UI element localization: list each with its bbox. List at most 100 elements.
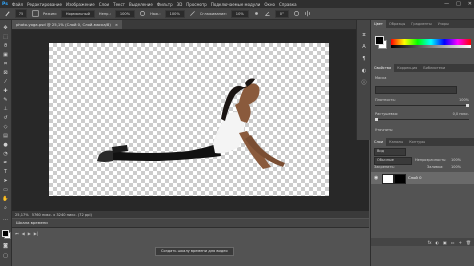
symmetry-icon[interactable] — [304, 10, 311, 17]
layer-visibility-eye-icon[interactable]: ◉ — [374, 175, 378, 181]
menu-layers[interactable]: Слои — [97, 2, 111, 7]
pen-tool-icon[interactable]: ✒ — [2, 159, 9, 166]
menu-type[interactable]: Текст — [111, 2, 127, 7]
airbrush-icon[interactable] — [189, 10, 196, 17]
menu-filter[interactable]: Фильтр — [155, 2, 175, 7]
more-tools-icon[interactable]: … — [2, 215, 9, 222]
tab-libraries[interactable]: Библиотеки — [420, 64, 448, 72]
mode-select[interactable]: Нормальный — [60, 9, 95, 18]
tab-patterns[interactable]: Узоры — [435, 20, 452, 28]
healing-brush-tool-icon[interactable]: ✚ — [2, 87, 9, 94]
previous-frame-icon[interactable]: ◀ — [22, 231, 25, 236]
menu-plugins[interactable]: Подключаемые модули — [209, 2, 263, 7]
layer-opacity-value[interactable]: 100% — [451, 158, 461, 162]
canvas-workspace[interactable] — [12, 30, 369, 211]
smoothing-field[interactable]: 10% — [230, 9, 249, 18]
go-to-first-frame-icon[interactable]: ⏮ — [15, 231, 19, 236]
minimize-button[interactable]: — — [444, 0, 449, 8]
menu-help[interactable]: Справка — [277, 2, 299, 7]
history-brush-tool-icon[interactable]: ↺ — [2, 114, 9, 121]
eyedropper-tool-icon[interactable]: ⁄ — [2, 78, 9, 85]
close-document-icon[interactable]: × — [115, 22, 118, 27]
feather-slider-handle[interactable] — [375, 118, 378, 121]
delete-layer-icon[interactable]: 🗑 — [466, 240, 471, 245]
info-panel-icon[interactable]: ⓘ — [360, 80, 368, 86]
quick-mask-icon[interactable]: ◙ — [2, 242, 9, 249]
layer-row[interactable]: ◉ Слой 0 — [371, 172, 474, 184]
tab-properties[interactable]: Свойства — [371, 64, 395, 72]
history-panel-icon[interactable]: ⧖ — [360, 32, 368, 38]
lasso-tool-icon[interactable]: ϑ — [2, 42, 9, 49]
play-icon[interactable]: ▶ — [28, 231, 31, 236]
tab-channels[interactable]: Каналы — [386, 138, 406, 146]
tab-adjustments[interactable]: Коррекция — [394, 64, 420, 72]
tab-color[interactable]: Цвет — [371, 20, 386, 28]
frame-tool-icon[interactable]: ⊠ — [2, 69, 9, 76]
new-group-icon[interactable]: ▭ — [451, 240, 455, 245]
tab-paths[interactable]: Контуры — [406, 138, 428, 146]
panel-foreground-color[interactable] — [375, 36, 384, 45]
type-tool-icon[interactable]: T — [2, 168, 9, 175]
menu-file[interactable]: Файл — [10, 2, 25, 7]
smoothing-options-icon[interactable] — [253, 10, 260, 17]
next-frame-icon[interactable]: ▶| — [34, 231, 38, 236]
density-slider[interactable] — [375, 104, 469, 107]
navigator-panel-icon[interactable]: ◐ — [360, 68, 368, 74]
document-tab[interactable]: photo-yoga.psd @ 25,1% (Слой 0, Слой-мас… — [12, 20, 123, 29]
adjustment-layer-icon[interactable]: ◐ — [436, 240, 440, 245]
maximize-button[interactable]: □ — [456, 0, 461, 8]
layer-name[interactable]: Слой 0 — [408, 175, 422, 180]
path-selection-tool-icon[interactable]: ➤ — [2, 177, 9, 184]
brush-tool-icon[interactable] — [2, 10, 12, 18]
blur-tool-icon[interactable]: ● — [2, 141, 9, 148]
menu-select[interactable]: Выделение — [127, 2, 155, 7]
hand-tool-icon[interactable]: ✋ — [2, 195, 9, 202]
grayscale-ramp[interactable] — [391, 45, 471, 48]
fill-value[interactable]: 100% — [451, 165, 461, 169]
menu-edit[interactable]: Редактирование — [25, 2, 64, 7]
character-panel-icon[interactable]: A — [360, 44, 368, 50]
brush-settings-icon[interactable] — [32, 10, 39, 17]
gradient-tool-icon[interactable]: ▤ — [2, 132, 9, 139]
menu-3d[interactable]: 3D — [175, 2, 185, 7]
tab-gradients[interactable]: Градиенты — [408, 20, 434, 28]
new-layer-icon[interactable]: + — [459, 240, 462, 245]
pressure-size-icon[interactable] — [293, 10, 300, 17]
feather-value[interactable]: 0,0 пикс. — [453, 112, 469, 116]
create-video-timeline-button[interactable]: Создать шкалу времени для видео — [155, 247, 234, 256]
crop-tool-icon[interactable]: ⌗ — [2, 60, 9, 67]
tab-swatches[interactable]: Образцы — [386, 20, 408, 28]
tab-layers[interactable]: Слои — [371, 138, 387, 146]
feather-slider[interactable] — [375, 118, 469, 121]
zoom-tool-icon[interactable]: ⌕ — [2, 204, 9, 211]
fx-icon[interactable]: fx — [428, 240, 432, 245]
brush-tool-icon[interactable]: ✎ — [2, 96, 9, 103]
rectangle-tool-icon[interactable]: ▭ — [2, 186, 9, 193]
add-mask-icon[interactable]: ▣ — [443, 240, 447, 245]
layer-thumbnail[interactable] — [382, 174, 394, 184]
screen-mode-icon[interactable]: ▢ — [2, 252, 9, 259]
foreground-color-swatch[interactable] — [2, 230, 9, 237]
paragraph-panel-icon[interactable]: ¶ — [360, 56, 368, 62]
menu-window[interactable]: Окно — [262, 2, 277, 7]
dodge-tool-icon[interactable]: ◔ — [2, 150, 9, 157]
mask-type-select[interactable] — [375, 86, 457, 94]
clone-stamp-tool-icon[interactable]: ⊥ — [2, 105, 9, 112]
move-tool-icon[interactable]: ✥ — [2, 24, 9, 31]
density-slider-handle[interactable] — [466, 104, 469, 107]
close-window-button[interactable]: ✕ — [468, 0, 472, 8]
flow-field[interactable]: 100% — [164, 9, 185, 18]
image-canvas[interactable] — [49, 43, 329, 196]
eraser-tool-icon[interactable]: ◇ — [2, 123, 9, 130]
object-select-tool-icon[interactable]: ▣ — [2, 51, 9, 58]
marquee-tool-icon[interactable]: ⬚ — [2, 33, 9, 40]
pressure-opacity-icon[interactable] — [139, 10, 146, 17]
density-value[interactable]: 100% — [459, 98, 469, 102]
menu-image[interactable]: Изображение — [64, 2, 97, 7]
angle-field[interactable]: 0° — [274, 9, 289, 18]
opacity-field[interactable]: 100% — [114, 9, 136, 18]
menu-view[interactable]: Просмотр — [184, 2, 209, 7]
zoom-level[interactable]: 25,17% — [15, 213, 29, 217]
brush-size-picker[interactable]: 75 — [15, 9, 27, 18]
layer-mask-thumbnail[interactable] — [394, 174, 406, 184]
